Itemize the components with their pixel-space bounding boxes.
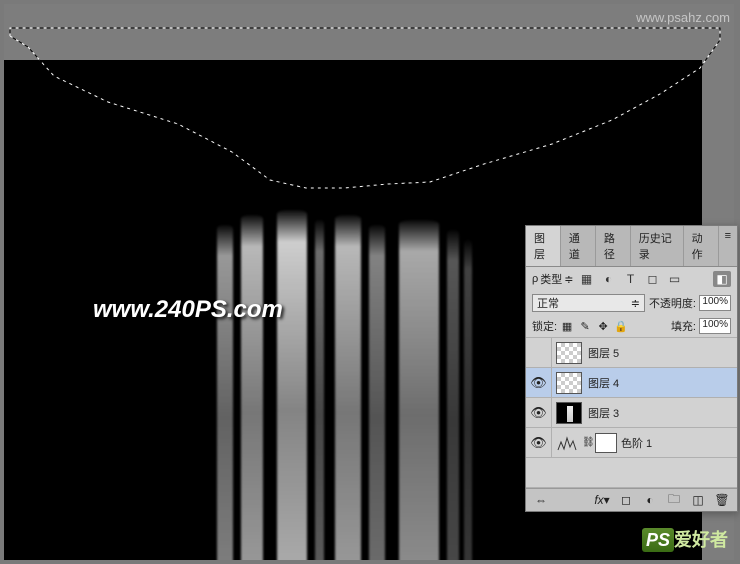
levels-adjustment-icon[interactable]: [556, 432, 578, 454]
tab-channels[interactable]: 通道: [561, 226, 596, 266]
layer-name-label[interactable]: 图层 5: [588, 345, 737, 361]
blend-row: 正常≑ 不透明度: 100%: [526, 291, 737, 315]
visibility-toggle[interactable]: 👁: [526, 368, 552, 397]
layer-row[interactable]: 👁 图层 3: [526, 398, 737, 428]
link-layers-button[interactable]: ⇔: [532, 492, 550, 508]
layer-name-label[interactable]: 图层 3: [588, 405, 737, 421]
lock-label: 锁定:: [532, 318, 557, 334]
lock-transparency-icon[interactable]: ▦: [559, 318, 575, 334]
tab-paths[interactable]: 路径: [596, 226, 631, 266]
panel-menu-icon[interactable]: ≡: [719, 226, 737, 266]
watermark-main: www.240PS.com: [93, 296, 283, 324]
lock-row: 锁定: ▦ ✎ ✥ 🔒 填充: 100%: [526, 315, 737, 338]
delete-layer-button[interactable]: 🗑: [713, 492, 731, 508]
lock-pixels-icon[interactable]: ✎: [577, 318, 593, 334]
opacity-label: 不透明度:: [649, 295, 696, 311]
filter-row: ρ类型≑ ▦ ◐ T ◻ ▭ ◧: [526, 267, 737, 291]
filter-image-icon[interactable]: ▦: [577, 271, 595, 287]
layer-name-label[interactable]: 图层 4: [588, 375, 737, 391]
layer-thumb[interactable]: [556, 342, 582, 364]
layers-list: 图层 5 👁 图层 4 👁 图层 3 👁 ⛓ 色阶 1: [526, 338, 737, 488]
visibility-toggle[interactable]: 👁: [526, 428, 552, 457]
new-layer-button[interactable]: ◫: [689, 492, 707, 508]
lock-all-icon[interactable]: 🔒: [613, 318, 629, 334]
filter-smart-icon[interactable]: ▭: [665, 271, 683, 287]
group-button[interactable]: 🗀: [665, 492, 683, 508]
filter-toggle[interactable]: ◧: [713, 271, 731, 287]
layer-mask-thumb[interactable]: [595, 433, 617, 453]
watermark-topright: www.psahz.com: [636, 10, 730, 25]
fx-button[interactable]: fx▾: [593, 492, 611, 508]
blend-mode-select[interactable]: 正常≑: [532, 294, 645, 312]
layer-thumb[interactable]: [556, 372, 582, 394]
layer-name-label[interactable]: 色阶 1: [621, 435, 737, 451]
fill-label: 填充:: [671, 318, 696, 334]
panel-tabs: 图层 通道 路径 历史记录 动作 ≡: [526, 226, 737, 267]
tab-history[interactable]: 历史记录: [631, 226, 684, 266]
visibility-toggle[interactable]: 👁: [526, 398, 552, 427]
layer-row[interactable]: 👁 ⛓ 色阶 1: [526, 428, 737, 458]
tab-actions[interactable]: 动作: [684, 226, 719, 266]
layer-row[interactable]: 👁 图层 4: [526, 368, 737, 398]
mask-button[interactable]: ◻: [617, 492, 635, 508]
layer-thumb[interactable]: [556, 402, 582, 424]
layers-empty: [526, 458, 737, 488]
link-icon: ⛓: [582, 437, 592, 448]
filter-type-icon[interactable]: T: [621, 271, 639, 287]
opacity-input[interactable]: 100%: [699, 295, 731, 311]
visibility-toggle[interactable]: [526, 338, 552, 367]
layer-row[interactable]: 图层 5: [526, 338, 737, 368]
filter-shape-icon[interactable]: ◻: [643, 271, 661, 287]
watermark-bottomright: PS爱好者: [642, 526, 728, 552]
tab-layers[interactable]: 图层: [526, 226, 561, 266]
waterfall-image: [199, 210, 499, 560]
filter-adjust-icon[interactable]: ◐: [599, 271, 617, 287]
layers-panel: 图层 通道 路径 历史记录 动作 ≡ ρ类型≑ ▦ ◐ T ◻ ▭ ◧ 正常≑ …: [525, 225, 738, 512]
lock-position-icon[interactable]: ✥: [595, 318, 611, 334]
kind-select[interactable]: ρ类型≑: [532, 271, 573, 287]
fill-input[interactable]: 100%: [699, 318, 731, 334]
panel-footer: ⇔ fx▾ ◻ ◐ 🗀 ◫ 🗑: [526, 488, 737, 511]
adjustment-layer-button[interactable]: ◐: [641, 492, 659, 508]
